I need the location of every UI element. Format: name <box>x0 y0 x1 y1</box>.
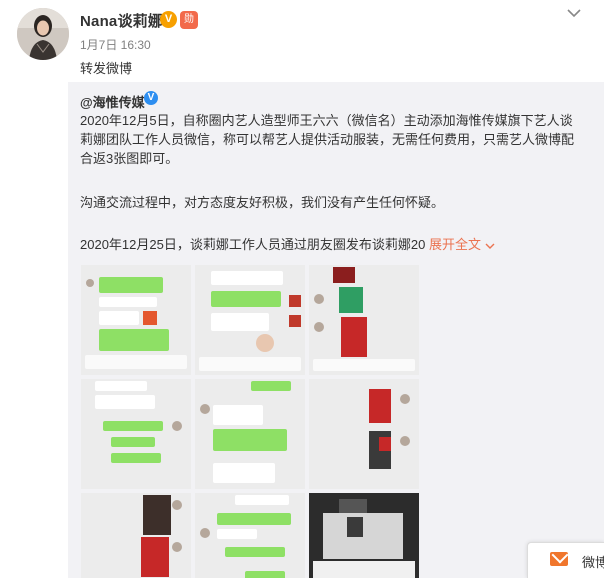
image-thumbnail[interactable] <box>81 493 191 578</box>
image-thumbnail[interactable] <box>309 493 419 578</box>
image-thumbnail[interactable] <box>309 379 419 489</box>
repost-text: 转发微博 <box>80 61 133 76</box>
image-thumbnail[interactable] <box>195 379 305 489</box>
verified-badge-icon: V <box>160 11 177 28</box>
medal-icon: 勋 <box>180 11 198 29</box>
original-author-link[interactable]: @海惟传媒 <box>80 92 145 111</box>
image-thumbnail[interactable] <box>309 265 419 375</box>
image-thumbnail[interactable] <box>195 265 305 375</box>
avatar[interactable] <box>17 8 69 60</box>
expand-label[interactable]: 展开全文 <box>429 237 481 252</box>
mail-icon <box>550 552 568 566</box>
chevron-down-icon <box>485 243 495 249</box>
post-timestamp[interactable]: 1月7日 16:30 <box>80 36 151 53</box>
chevron-down-icon[interactable] <box>565 6 583 20</box>
username[interactable]: Nana谈莉娜 <box>80 10 163 31</box>
verified-blue-icon: V <box>144 91 158 105</box>
original-paragraph-3: 2020年12月25日，谈莉娜工作人员通过朋友圈发布谈莉娜20 展开全文 <box>80 235 600 254</box>
messages-tab[interactable]: 微博 <box>527 542 604 578</box>
original-paragraph-1: 2020年12月5日，自称圈内艺人造型师王六六（微信名）主动添加海惟传媒旗下艺人… <box>80 113 575 166</box>
messages-label: 微博 <box>582 555 604 570</box>
original-paragraph-3-text: 2020年12月25日，谈莉娜工作人员通过朋友圈发布谈莉娜20 <box>80 237 426 252</box>
image-thumbnail[interactable] <box>195 493 305 578</box>
image-thumbnail[interactable] <box>81 265 191 375</box>
original-paragraph-2: 沟通交流过程中，对方态度友好积极，我们没有产生任何怀疑。 <box>80 195 445 210</box>
expand-full-text-link[interactable]: 展开全文 <box>429 237 496 252</box>
weibo-post: Nana谈莉娜 V 勋 1月7日 16:30 转发微博 @海惟传媒 V 2020… <box>0 0 604 578</box>
image-thumbnail[interactable] <box>81 379 191 489</box>
